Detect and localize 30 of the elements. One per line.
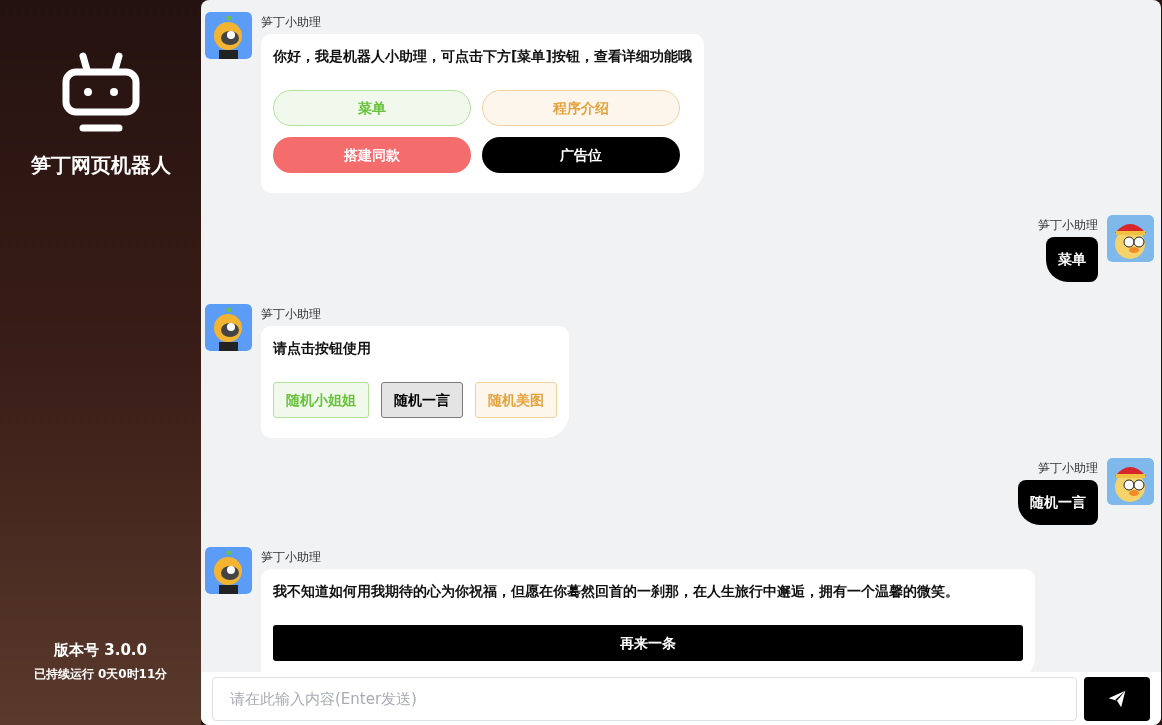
sender-name: 笋丁小助理 — [1038, 217, 1098, 233]
sender-name: 笋丁小助理 — [261, 306, 322, 322]
message-text: 你好，我是机器人小助理，可点击下方[菜单]按钮，查看详细功能哦 — [273, 47, 692, 66]
action-button[interactable]: 广告位 — [482, 137, 680, 173]
message-bubble: 菜单 — [1046, 237, 1098, 282]
sender-name: 笋丁小助理 — [261, 14, 322, 30]
sender-name: 笋丁小助理 — [1038, 460, 1098, 476]
message-bubble: 随机一言 — [1018, 480, 1098, 525]
sender-name: 笋丁小助理 — [261, 549, 322, 565]
action-button[interactable]: 菜单 — [273, 90, 471, 126]
app-title: 笋丁网页机器人 — [30, 152, 171, 179]
action-button[interactable]: 再来一条 — [273, 625, 1023, 661]
message-text: 我不知道如何用我期待的心为你祝福，但愿在你蓦然回首的一刹那，在人生旅行中邂逅，拥有一个温馨的微笑。 — [273, 582, 960, 601]
cartoon-avatar — [205, 304, 252, 351]
message-input[interactable]: 请在此输入内容(Enter发送) — [212, 676, 1077, 721]
action-button[interactable]: 随机一言 — [381, 382, 463, 418]
uptime-label: 已持续运行 0天0时11分 — [33, 666, 168, 683]
version-label: 版本号 3.0.0 — [54, 639, 147, 661]
message-text: 请点击按钮使用 — [273, 339, 372, 358]
cartoon-avatar — [205, 547, 252, 594]
send-button[interactable] — [1084, 676, 1150, 721]
action-button[interactable]: 随机美图 — [475, 382, 557, 418]
send-icon — [1107, 688, 1127, 709]
robot-icon — [60, 52, 141, 132]
action-button[interactable]: 搭建同款 — [273, 137, 471, 173]
action-button[interactable]: 随机小姐姐 — [273, 382, 369, 418]
action-button[interactable]: 程序介绍 — [482, 90, 680, 126]
cartoon-avatar — [1107, 458, 1154, 505]
cartoon-avatar — [205, 12, 252, 59]
cartoon-avatar — [1107, 215, 1154, 262]
